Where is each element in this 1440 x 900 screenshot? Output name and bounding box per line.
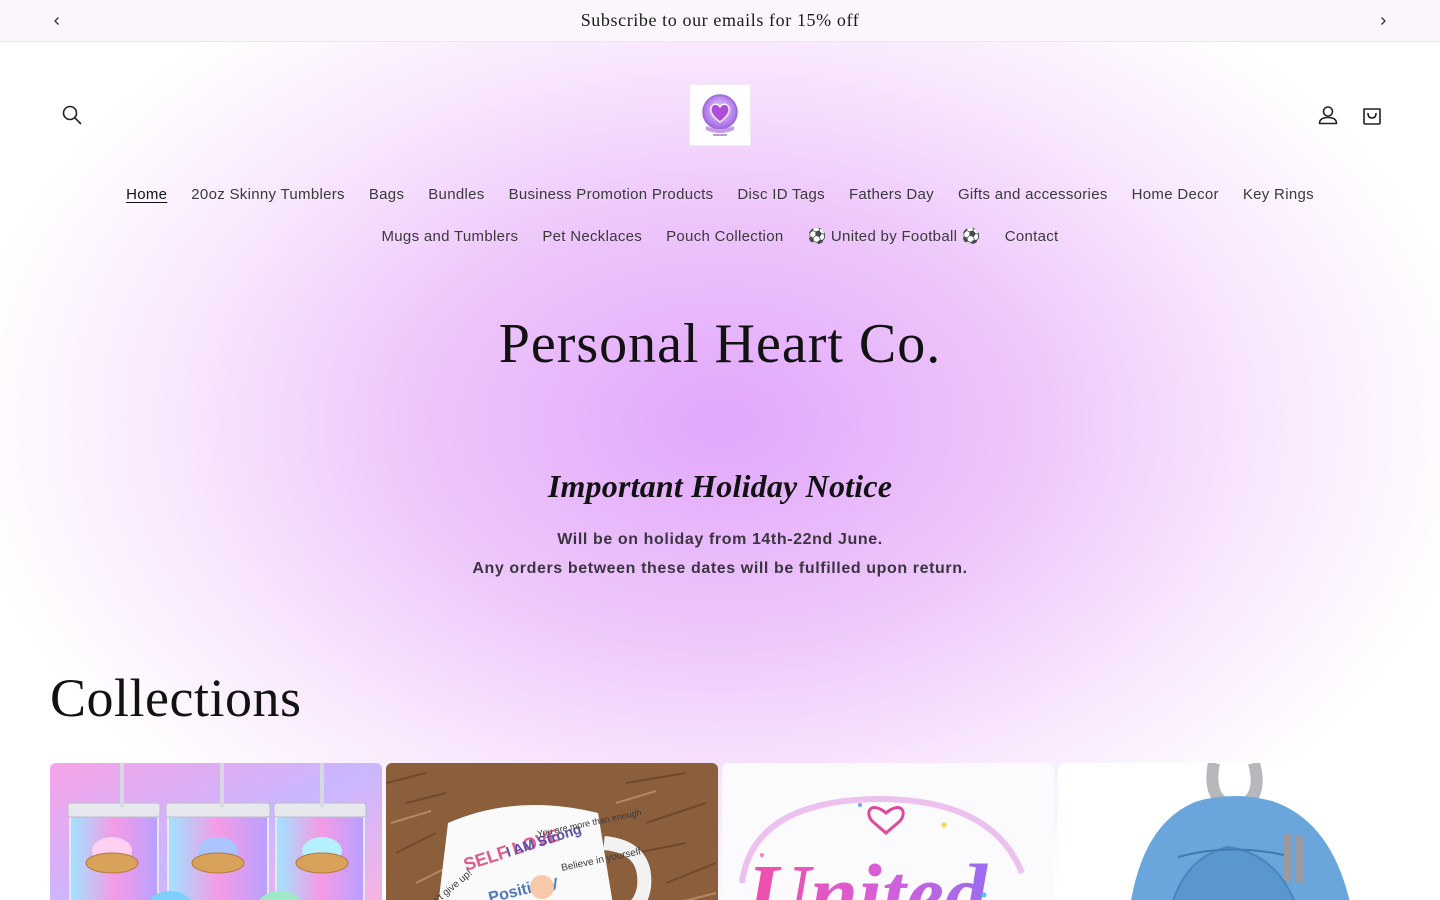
pastel-tumblers-image — [50, 763, 382, 900]
account-icon — [1318, 106, 1338, 125]
nav-item-united-by-football[interactable]: ⚽ United by Football ⚽ — [795, 216, 992, 258]
self-love-mug-image: SELF LOVE I AM Strong Positivity You are… — [386, 763, 718, 900]
collection-card-united[interactable]: United — [722, 763, 1054, 900]
nav-item-contact[interactable]: Contact — [993, 216, 1071, 258]
store-logo[interactable] — [690, 85, 750, 145]
hero-title: Personal Heart Co. — [498, 313, 942, 375]
cart-button[interactable] — [1350, 93, 1394, 137]
main-navigation: Home 20oz Skinny Tumblers Bags Bundles B… — [100, 174, 1340, 258]
nav-item-20oz-skinny-tumblers[interactable]: 20oz Skinny Tumblers — [179, 174, 357, 216]
notice-heading: Important Holiday Notice — [547, 468, 893, 504]
site-header — [0, 42, 1440, 188]
nav-item-home-decor[interactable]: Home Decor — [1120, 174, 1231, 216]
collection-grid: SELF LOVE I AM Strong Positivity You are… — [50, 763, 1390, 900]
account-button[interactable] — [1306, 93, 1350, 137]
nav-item-business-promotion-products[interactable]: Business Promotion Products — [497, 174, 726, 216]
nav-item-fathers-day[interactable]: Fathers Day — [837, 174, 946, 216]
nav-item-bags[interactable]: Bags — [357, 174, 416, 216]
chevron-right-icon[interactable] — [1371, 9, 1395, 33]
nav-item-gifts-and-accessories[interactable]: Gifts and accessories — [946, 174, 1120, 216]
announcement-bar: Subscribe to our emails for 15% off — [0, 0, 1440, 42]
nav-item-bundles[interactable]: Bundles — [416, 174, 496, 216]
collections-section: Collections SELF LOVE I AM Strong Positi… — [0, 667, 1440, 900]
chevron-left-icon[interactable] — [45, 9, 69, 33]
nav-item-key-rings[interactable]: Key Rings — [1231, 174, 1326, 216]
notice-line-2: Any orders between these dates will be f… — [472, 560, 968, 577]
nav-item-home[interactable]: Home — [114, 174, 179, 216]
search-button[interactable] — [50, 93, 94, 137]
hero-section: Personal Heart Co. — [0, 312, 1440, 376]
collection-card-mugs[interactable]: SELF LOVE I AM Strong Positivity You are… — [386, 763, 718, 900]
cart-icon — [1363, 108, 1381, 125]
nav-item-pouch-collection[interactable]: Pouch Collection — [654, 216, 795, 258]
nav-item-mugs-and-tumblers[interactable]: Mugs and Tumblers — [370, 216, 531, 258]
blue-backpack-image — [1058, 763, 1390, 900]
collection-card-bags[interactable] — [1058, 763, 1390, 900]
nav-item-disc-id-tags[interactable]: Disc ID Tags — [725, 174, 837, 216]
united-script-image: United — [722, 763, 1054, 900]
collections-heading: Collections — [50, 668, 302, 728]
nav-item-pet-necklaces[interactable]: Pet Necklaces — [530, 216, 654, 258]
holiday-notice: Important Holiday Notice Will be on holi… — [0, 468, 1440, 583]
united-script-text: United — [748, 846, 989, 900]
search-icon — [62, 105, 82, 125]
notice-text: Will be on holiday from 14th-22nd June. … — [0, 525, 1440, 583]
heart-logo-icon — [702, 94, 738, 136]
notice-line-1: Will be on holiday from 14th-22nd June. — [557, 531, 883, 548]
announcement-text[interactable]: Subscribe to our emails for 15% off — [581, 10, 860, 31]
collection-card-tumblers[interactable] — [50, 763, 382, 900]
